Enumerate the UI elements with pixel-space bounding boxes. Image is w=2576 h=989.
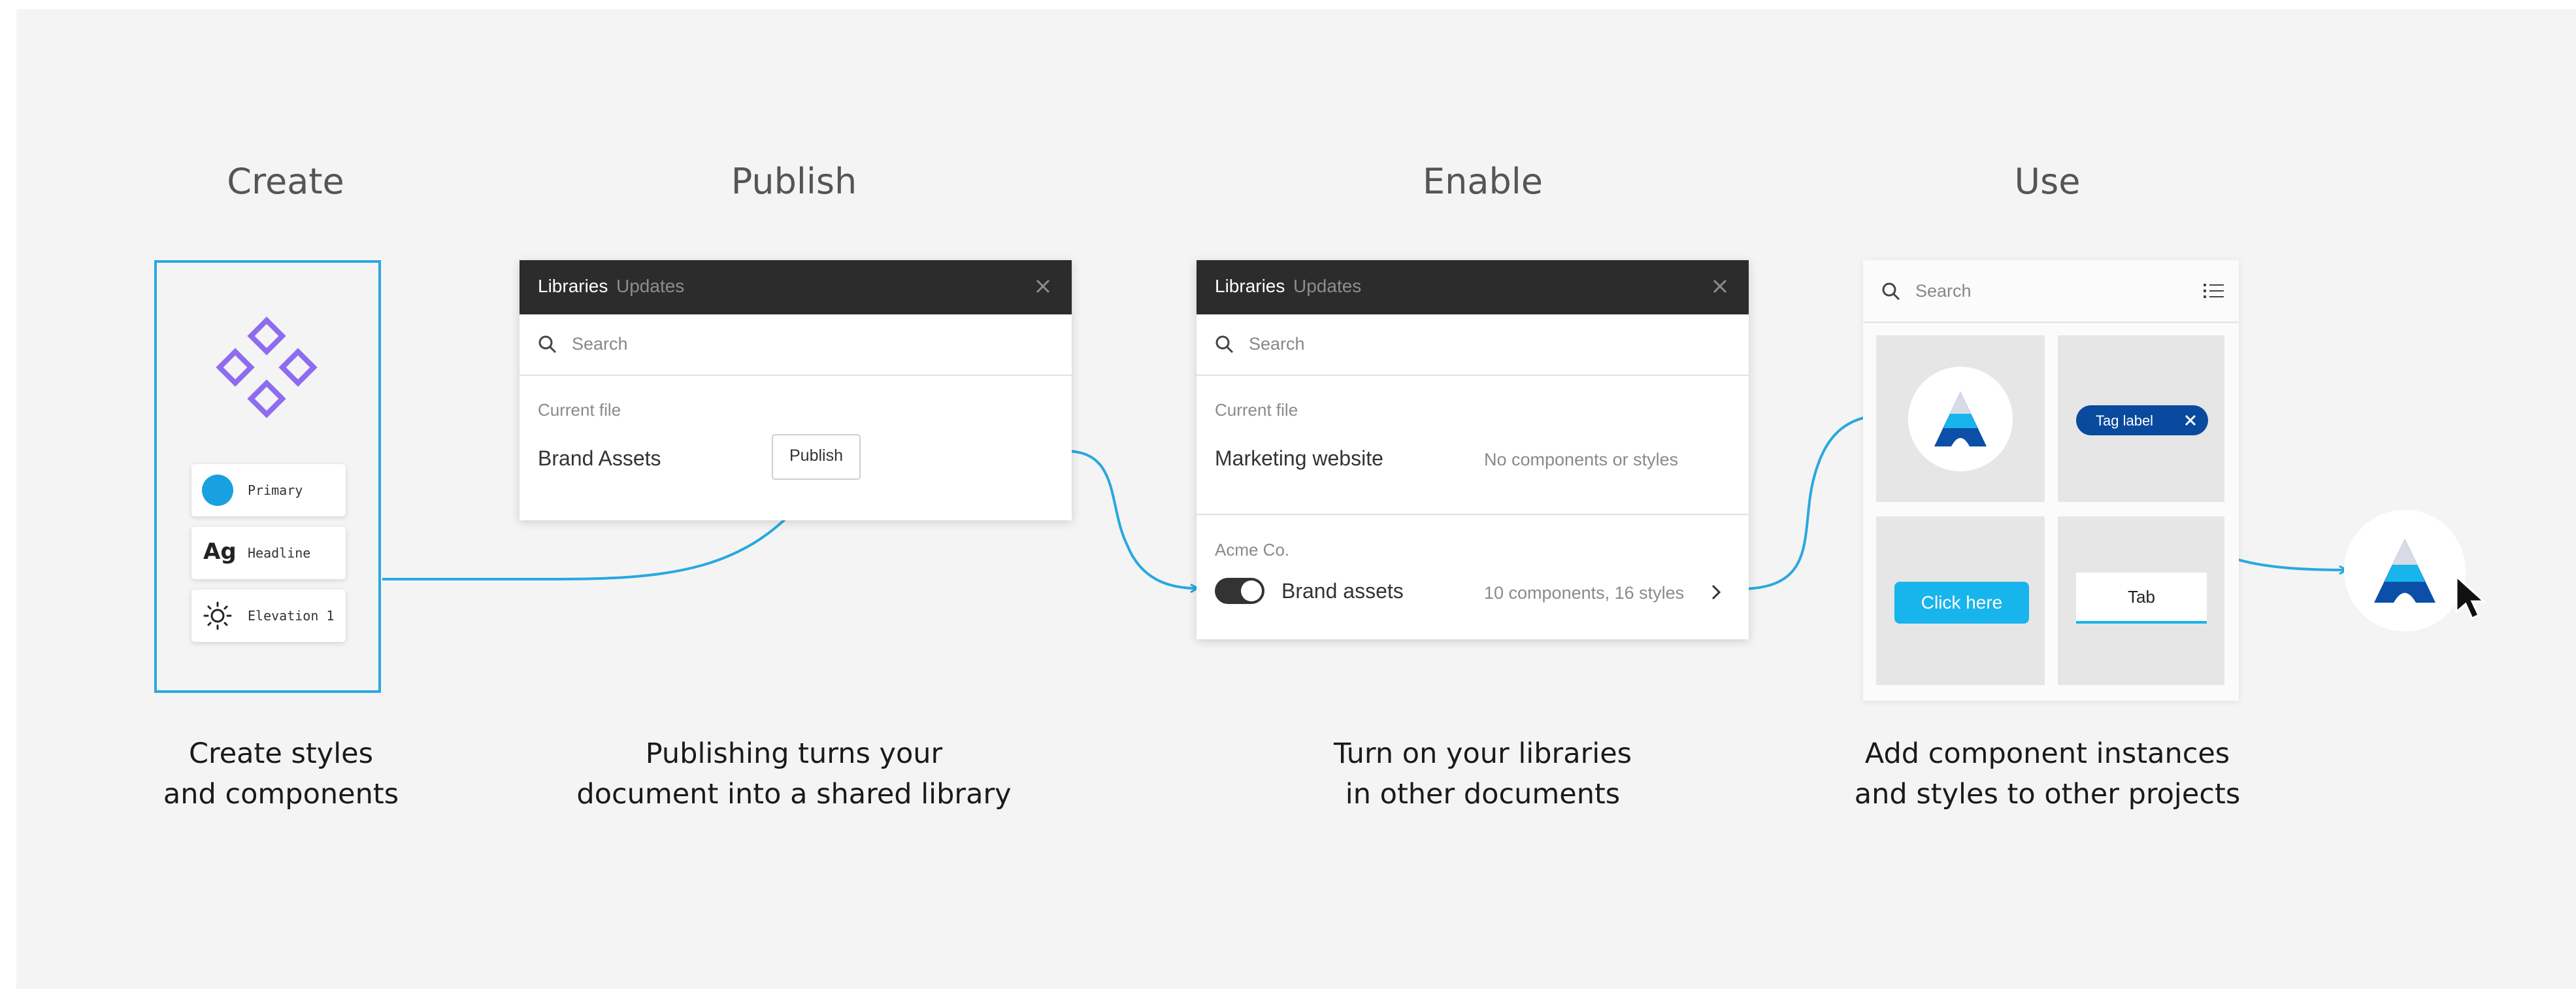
library-counts: 10 components, 16 styles	[1484, 583, 1685, 603]
tag-close-icon	[2185, 414, 2196, 426]
close-icon[interactable]	[1707, 273, 1733, 299]
style-card-primary[interactable]: Primary	[191, 464, 346, 516]
tab-libraries[interactable]: Libraries	[538, 276, 608, 297]
style-card-headline[interactable]: Ag Headline	[191, 527, 346, 579]
caption-publish: Publishing turns your document into a sh…	[500, 733, 1088, 814]
section-current-file: Current file	[1215, 400, 1298, 420]
tab-libraries[interactable]: Libraries	[1215, 276, 1285, 297]
search-placeholder: Search	[572, 334, 628, 354]
search-input[interactable]: Search	[1197, 314, 1749, 376]
style-label-primary: Primary	[248, 482, 303, 498]
libraries-panel-enable: Libraries Updates Search Current file Ma…	[1197, 260, 1749, 639]
list-view-icon[interactable]	[2202, 280, 2226, 302]
component-frame: Primary Ag Headline Elevation 1	[154, 260, 381, 693]
search-icon	[1215, 335, 1234, 354]
caption-publish-line2: document into a shared library	[576, 778, 1012, 811]
brand-logo-icon	[1934, 392, 1987, 446]
search-placeholder: Search	[1915, 281, 1972, 301]
search-input[interactable]: Search	[520, 314, 1072, 376]
chevron-right-icon[interactable]	[1706, 579, 1726, 605]
logo-badge	[1908, 367, 2013, 471]
caption-enable-line2: in other documents	[1345, 778, 1621, 811]
current-file-name: Marketing website	[1215, 446, 1383, 470]
tab-component: Tab	[2076, 573, 2207, 624]
section-current-file: Current file	[538, 400, 621, 420]
diagram-canvas: Create Publish Enable Use Primary Ag Hea…	[16, 9, 2576, 989]
current-file-status: No components or styles	[1484, 450, 1679, 469]
asset-tile-tab[interactable]: Tab	[2058, 516, 2224, 685]
cursor-icon	[2455, 574, 2486, 620]
step-title-publish: Publish	[731, 161, 857, 202]
caption-use: Add component instances and styles to ot…	[1753, 733, 2341, 814]
asset-tile-tag[interactable]: Tag label	[2058, 335, 2224, 502]
asset-tile-logo[interactable]	[1876, 335, 2045, 502]
step-title-use: Use	[2014, 161, 2081, 202]
close-icon[interactable]	[1030, 273, 1056, 299]
file-name: Brand Assets	[538, 446, 661, 470]
divider	[1197, 514, 1749, 515]
connector-publish-enable	[1065, 450, 1197, 588]
caption-create-line2: and components	[163, 778, 399, 811]
publish-button[interactable]: Publish	[772, 434, 861, 480]
placed-logo-instance[interactable]	[2344, 510, 2466, 631]
panel-header: Libraries Updates	[520, 260, 1072, 314]
tag-label: Tag label	[2096, 412, 2154, 429]
click-here-button[interactable]: Click here	[1894, 582, 2029, 624]
component-icon	[216, 316, 318, 418]
sun-icon	[203, 601, 232, 630]
search-icon	[538, 335, 557, 354]
style-label-headline: Headline	[248, 545, 311, 561]
caption-use-line2: and styles to other projects	[1854, 778, 2241, 811]
library-toggle[interactable]	[1215, 578, 1264, 604]
brand-logo-icon	[2374, 539, 2436, 603]
color-swatch-icon	[202, 475, 233, 506]
caption-enable-line1: Turn on your libraries	[1333, 737, 1632, 770]
ag-type-icon: Ag	[203, 539, 237, 565]
step-title-create: Create	[227, 161, 344, 202]
library-name: Brand assets	[1281, 579, 1404, 603]
assets-panel: Search Tag label Click here Tab	[1863, 260, 2239, 701]
assets-search-input[interactable]: Search	[1863, 260, 2239, 323]
section-team: Acme Co.	[1215, 540, 1290, 560]
caption-enable: Turn on your libraries in other document…	[1189, 733, 1777, 814]
tab-label: Tab	[2128, 587, 2155, 607]
tab-updates[interactable]: Updates	[1293, 276, 1361, 297]
panel-header: Libraries Updates	[1197, 260, 1749, 314]
caption-publish-line1: Publishing turns your	[645, 737, 943, 770]
style-label-elevation: Elevation 1	[248, 608, 335, 624]
asset-tile-button[interactable]: Click here	[1876, 516, 2045, 685]
libraries-panel-publish: Libraries Updates Search Current file Br…	[520, 260, 1072, 520]
tag-chip: Tag label	[2076, 405, 2208, 435]
style-card-elevation[interactable]: Elevation 1	[191, 590, 346, 642]
toggle-knob	[1241, 580, 1262, 601]
caption-create-line1: Create styles	[188, 737, 374, 770]
search-placeholder: Search	[1249, 334, 1305, 354]
tab-updates[interactable]: Updates	[616, 276, 684, 297]
caption-create: Create styles and components	[16, 733, 575, 814]
step-title-enable: Enable	[1423, 161, 1543, 202]
search-icon	[1882, 282, 1900, 301]
caption-use-line1: Add component instances	[1864, 737, 2230, 770]
